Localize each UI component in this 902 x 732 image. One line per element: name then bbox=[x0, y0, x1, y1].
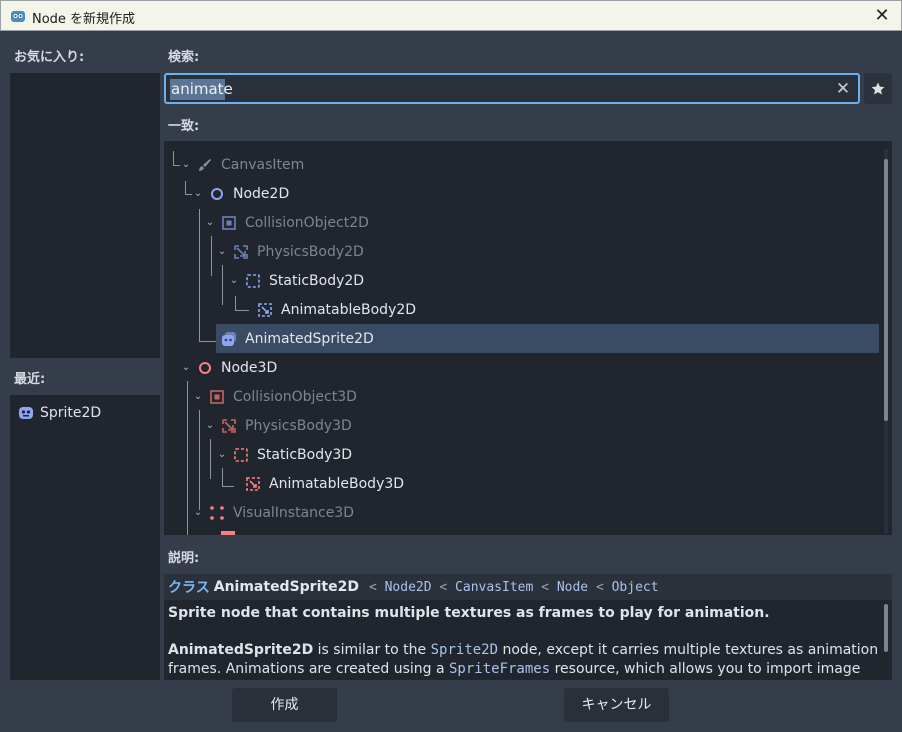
tree-item-node2d[interactable]: ⌄ Node2D bbox=[192, 179, 289, 208]
tree-item-physicsbody3d[interactable]: ⌄ PhysicsBody3D bbox=[204, 411, 352, 440]
tree-item-staticbody3d[interactable]: ⌄ StaticBody3D bbox=[216, 440, 352, 469]
description-paragraph: AnimatedSprite2D is similar to the Sprit… bbox=[168, 642, 879, 677]
description-summary: Sprite node that contains multiple textu… bbox=[168, 605, 770, 621]
collapse-arrow-icon[interactable]: ⌄ bbox=[204, 420, 216, 431]
search-input[interactable] bbox=[169, 78, 829, 100]
clear-search-icon[interactable]: ✕ bbox=[832, 78, 854, 100]
description-class-header: クラス AnimatedSprite2D < Node2D < CanvasIt… bbox=[164, 574, 892, 600]
animatable-body-2d-icon bbox=[257, 302, 273, 318]
matches-tree[interactable]: ⌄ CanvasItem ⌄ Node2D ⌄ CollisionObject2… bbox=[164, 141, 892, 535]
description-label: 説明: bbox=[168, 551, 200, 566]
collapse-arrow-icon[interactable]: ⌄ bbox=[216, 449, 228, 460]
tree-item-animatablebody2d[interactable]: AnimatableBody2D bbox=[252, 295, 416, 324]
code-link[interactable]: SpriteFrames bbox=[449, 661, 550, 677]
description-text: Sprite node that contains multiple textu… bbox=[164, 600, 892, 680]
partial-row-icon bbox=[221, 531, 235, 535]
collapse-arrow-icon[interactable]: ⌄ bbox=[192, 507, 204, 518]
tree-item-staticbody2d[interactable]: ⌄ StaticBody2D bbox=[228, 266, 364, 295]
inheritance-chain: < Node2D < CanvasItem < Node < Object bbox=[368, 579, 659, 595]
tree-item-node3d[interactable]: ⌄ Node3D bbox=[180, 353, 277, 382]
matches-label: 一致: bbox=[168, 119, 200, 134]
tree-scrollbar-thumb[interactable] bbox=[884, 159, 888, 421]
collision-object-2d-icon bbox=[221, 215, 237, 231]
collision-object-3d-icon bbox=[209, 389, 225, 405]
node3d-icon bbox=[197, 360, 213, 376]
static-body-2d-icon bbox=[245, 273, 261, 289]
inherit-link[interactable]: Node bbox=[557, 580, 588, 595]
class-keyword: クラス bbox=[168, 580, 210, 596]
code-link[interactable]: Sprite2D bbox=[431, 642, 498, 658]
search-label: 検索: bbox=[168, 50, 200, 65]
inherit-link[interactable]: Object bbox=[612, 580, 659, 595]
close-icon[interactable]: ✕ bbox=[871, 5, 893, 27]
brush-icon bbox=[197, 157, 213, 173]
create-node-dialog: お気に入り: 最近: Sprite2D 検索: ✕ 一致: bbox=[0, 31, 902, 732]
collapse-arrow-icon[interactable]: ⌄ bbox=[192, 188, 204, 199]
favorite-toggle-button[interactable] bbox=[864, 73, 892, 104]
physics-body-3d-icon bbox=[221, 418, 237, 434]
tree-item-animatablebody3d[interactable]: AnimatableBody3D bbox=[240, 469, 404, 498]
inherit-link[interactable]: Node2D bbox=[385, 580, 432, 595]
favorites-list[interactable] bbox=[10, 73, 160, 358]
description-scrollbar[interactable] bbox=[884, 604, 888, 652]
godot-icon bbox=[11, 11, 25, 22]
cancel-button[interactable]: キャンセル bbox=[564, 688, 669, 722]
inherit-link[interactable]: CanvasItem bbox=[455, 580, 533, 595]
class-name: AnimatedSprite2D bbox=[213, 579, 359, 595]
recent-list[interactable]: Sprite2D bbox=[10, 395, 160, 680]
tree-item-collisionobject2d[interactable]: ⌄ CollisionObject2D bbox=[204, 208, 369, 237]
favorites-label: お気に入り: bbox=[14, 50, 85, 65]
tree-item-collisionobject3d[interactable]: ⌄ CollisionObject3D bbox=[192, 382, 357, 411]
static-body-3d-icon bbox=[233, 447, 249, 463]
collapse-arrow-icon[interactable]: ⌄ bbox=[204, 217, 216, 228]
tree-item-visualinstance3d[interactable]: ⌄ VisualInstance3D bbox=[192, 498, 354, 527]
tree-item-canvasitem[interactable]: ⌄ CanvasItem bbox=[180, 150, 304, 179]
recent-item-sprite2d[interactable]: Sprite2D bbox=[10, 401, 160, 425]
sprite2d-icon bbox=[19, 407, 33, 419]
search-field[interactable]: ✕ bbox=[164, 73, 860, 104]
create-button[interactable]: 作成 bbox=[232, 688, 337, 722]
collapse-arrow-icon[interactable]: ⌄ bbox=[180, 159, 192, 170]
physics-body-2d-icon bbox=[233, 244, 249, 260]
collapse-arrow-icon[interactable]: ⌄ bbox=[228, 275, 240, 286]
collapse-arrow-icon[interactable]: ⌄ bbox=[192, 391, 204, 402]
recent-item-label: Sprite2D bbox=[40, 405, 102, 421]
title-bar: Node を新規作成 ✕ bbox=[0, 0, 902, 31]
animatable-body-3d-icon bbox=[245, 476, 261, 492]
star-icon bbox=[871, 82, 885, 94]
recent-label: 最近: bbox=[14, 372, 46, 387]
collapse-arrow-icon[interactable]: ⌄ bbox=[216, 246, 228, 257]
window-title: Node を新規作成 bbox=[32, 12, 136, 27]
visual-instance-3d-icon bbox=[209, 505, 225, 521]
tree-item-physicsbody2d[interactable]: ⌄ PhysicsBody2D bbox=[216, 237, 364, 266]
node2d-icon bbox=[209, 186, 225, 202]
tree-item-animatedsprite2d[interactable]: AnimatedSprite2D bbox=[216, 324, 879, 353]
animated-sprite-2d-icon bbox=[221, 331, 237, 347]
collapse-arrow-icon[interactable]: ⌄ bbox=[180, 362, 192, 373]
